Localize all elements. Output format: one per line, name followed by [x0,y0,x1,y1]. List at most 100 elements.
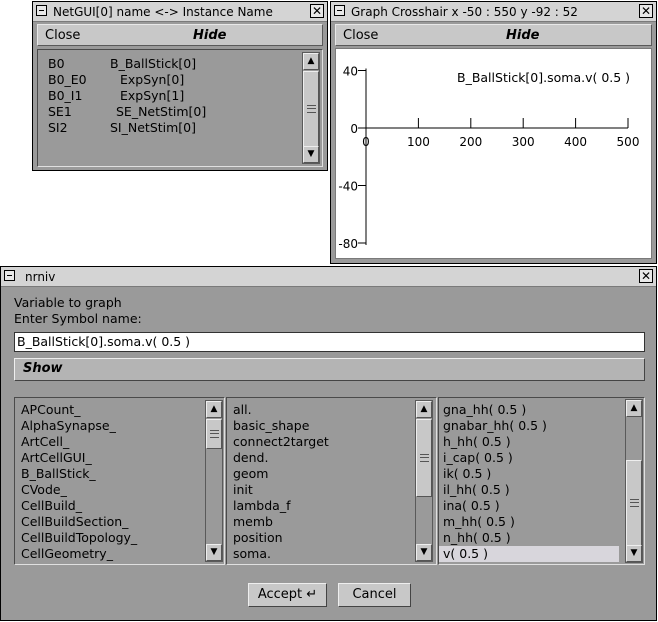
list-item[interactable]: CellBuildTopology_ [17,530,137,546]
list-item[interactable]: i_cap( 0.5 ) [439,450,619,466]
scroll-thumb[interactable] [206,419,222,449]
netgui-list: B0 B_BallStick[0] B0_E0 ExpSyn[0] B0_I1 ExpSy… [37,49,323,167]
list-item[interactable]: ArtCell_ [17,434,137,450]
short-name: B0_E0 [48,72,87,87]
plot-series-label: B_BallStick[0].soma.v( 0.5 ) [457,70,631,85]
enter-label: Enter Symbol name: [14,311,142,326]
scroll-thumb[interactable] [626,460,642,546]
short-name: B0_I1 [48,88,83,103]
cancel-label: Cancel [352,587,397,602]
show-label: Show [23,361,63,376]
list-item[interactable]: B_BallStick_ [17,466,137,482]
nrniv-titlebar[interactable]: nrniv ✕ [1,267,656,287]
list-item[interactable]: memb [229,514,329,530]
netgui-titlebar[interactable]: NetGUI[0] name <-> Instance Name ✕ [33,2,327,22]
list-item[interactable]: soma. [229,546,329,562]
cancel-button[interactable]: Cancel [338,583,411,607]
window-menu-icon[interactable] [36,5,47,16]
list-item[interactable]: APCount_ [17,402,137,418]
close-icon[interactable]: ✕ [310,4,324,18]
list-item[interactable]: m_hh( 0.5 ) [439,514,619,530]
list-item[interactable]: CellGeometry_ [17,546,137,562]
short-name: SI2 [48,120,68,135]
scroll-up-icon[interactable]: ▲ [416,401,432,418]
scroll-thumb[interactable] [416,419,432,497]
netgui-menubar: Close Hide [37,24,323,46]
x-tick-label: 100 [407,135,430,149]
list-item[interactable]: all. [229,402,329,418]
graph-menubar: Close Hide [335,24,652,46]
netgui-window: NetGUI[0] name <-> Instance Name ✕ Close… [32,1,328,171]
show-button[interactable]: Show [14,358,645,381]
nrniv-title: nrniv [25,270,56,284]
list-item[interactable]: h_hh( 0.5 ) [439,434,619,450]
close-icon[interactable]: ✕ [639,4,653,18]
close-button[interactable]: Close [45,28,80,43]
variable-list-scrollbar[interactable]: ▲ ▼ [625,399,643,563]
list-item[interactable]: init [229,482,329,498]
list-item[interactable]: position [229,530,329,546]
list-item[interactable]: n_hh( 0.5 ) [439,530,619,546]
list-item[interactable]: AlphaSynapse_ [17,418,137,434]
netgui-scrollbar[interactable]: ▲ ▼ [302,52,320,164]
table-row[interactable]: B0 B_BallStick[0] [48,56,278,72]
class-list-scrollbar[interactable]: ▲ ▼ [205,400,223,562]
list-item[interactable]: geom [229,466,329,482]
scroll-down-icon[interactable]: ▼ [416,544,432,561]
list-item[interactable]: lambda_f [229,498,329,514]
enter-key-icon: ↵ [306,587,318,602]
netgui-title: NetGUI[0] name <-> Instance Name [53,5,273,19]
member-list: all. basic_shape connect2target dend. geom in… [226,397,437,565]
list-item[interactable]: ina( 0.5 ) [439,498,619,514]
instance-name: ExpSyn[1] [120,88,185,103]
y-tick-label: 40 [343,65,358,79]
x-tick-label: 400 [564,135,587,149]
list-item[interactable]: connect2target [229,434,329,450]
hide-button[interactable]: Hide [506,28,539,43]
list-item[interactable]: gnabar_hh( 0.5 ) [439,418,619,434]
list-item[interactable]: dend. [229,450,329,466]
scroll-down-icon[interactable]: ▼ [206,544,222,561]
prompt-label: Variable to graph [14,295,122,310]
window-menu-icon[interactable] [4,270,15,281]
list-item[interactable]: basic_shape [229,418,329,434]
close-button[interactable]: Close [343,28,378,43]
list-item[interactable]: CellBuildSection_ [17,514,137,530]
list-item[interactable]: gna_hh( 0.5 ) [439,402,619,418]
table-row[interactable]: B0_I1 ExpSyn[1] [48,88,278,104]
nrniv-window: nrniv ✕ Variable to graph Enter Symbol n… [0,266,657,621]
list-item-selected[interactable]: v( 0.5 ) [439,546,619,562]
scroll-up-icon[interactable]: ▲ [626,400,642,417]
scroll-thumb[interactable] [303,71,319,147]
short-name: SE1 [48,104,72,119]
class-list: APCount_ AlphaSynapse_ ArtCell_ ArtCellGUI_… [14,397,225,565]
list-item[interactable]: il_hh( 0.5 ) [439,482,619,498]
y-tick-label: -80 [338,237,358,251]
list-item[interactable]: CellBuild_ [17,498,137,514]
scroll-down-icon[interactable]: ▼ [303,146,319,163]
list-item[interactable]: ArtCellGUI_ [17,450,137,466]
window-menu-icon[interactable] [334,5,345,16]
list-item[interactable]: ik( 0.5 ) [439,466,619,482]
accept-label: Accept [257,587,303,602]
graph-canvas[interactable]: 0 100 200 300 400 500 40 0 -40 -80 B_BallStick[0]… [335,48,652,259]
hide-button[interactable]: Hide [193,28,226,43]
graph-titlebar[interactable]: Graph Crosshair x -50 : 550 y -92 : 52 ✕ [331,2,656,22]
scroll-up-icon[interactable]: ▲ [206,401,222,418]
table-row[interactable]: B0_E0 ExpSyn[0] [48,72,278,88]
table-row[interactable]: SI2 SI_NetStim[0] [48,120,278,136]
scroll-down-icon[interactable]: ▼ [626,545,642,562]
instance-name: SI_NetStim[0] [110,120,197,135]
x-tick-label: 200 [459,135,482,149]
accept-button[interactable]: Accept ↵ [248,583,327,607]
y-tick-label: 0 [350,122,358,136]
symbol-input[interactable]: B_BallStick[0].soma.v( 0.5 ) [14,332,645,352]
y-tick-label: -40 [338,180,358,194]
list-item[interactable]: CVode_ [17,482,137,498]
table-row[interactable]: SE1 SE_NetStim[0] [48,104,278,120]
short-name: B0 [48,56,65,71]
graph-title: Graph Crosshair x -50 : 550 y -92 : 52 [351,5,578,19]
scroll-up-icon[interactable]: ▲ [303,53,319,70]
close-icon[interactable]: ✕ [639,269,653,283]
member-list-scrollbar[interactable]: ▲ ▼ [415,400,433,562]
